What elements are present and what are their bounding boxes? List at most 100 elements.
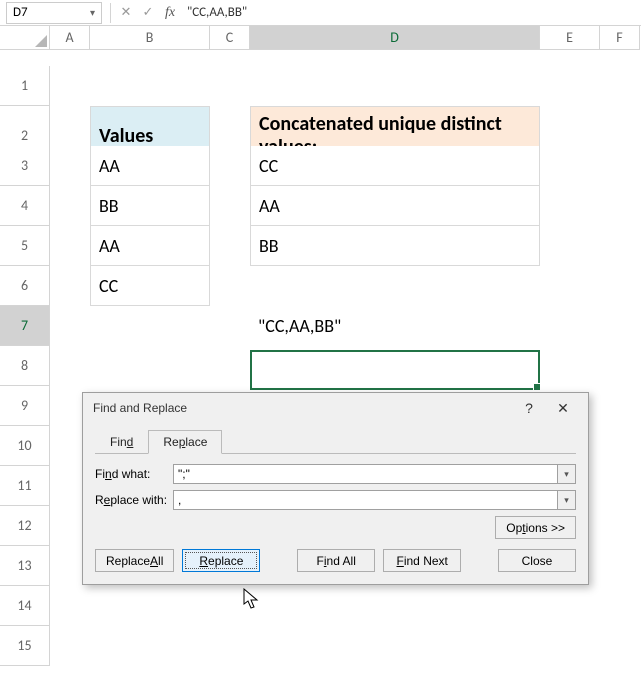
cell-f8[interactable] bbox=[600, 346, 640, 386]
cell-b5[interactable]: AA bbox=[90, 226, 210, 266]
col-header-c[interactable]: C bbox=[210, 26, 250, 50]
row-header-3[interactable]: 3 bbox=[0, 146, 50, 186]
cell-f7[interactable] bbox=[600, 306, 640, 346]
cell-f12[interactable] bbox=[600, 506, 640, 546]
col-header-d[interactable]: D bbox=[250, 26, 540, 50]
replace-with-input[interactable] bbox=[174, 491, 557, 509]
cell-c14[interactable] bbox=[210, 586, 250, 626]
tab-find[interactable]: Find bbox=[95, 430, 148, 454]
cell-f10[interactable] bbox=[600, 426, 640, 466]
row-header-6[interactable]: 6 bbox=[0, 266, 50, 306]
cell-f4[interactable] bbox=[600, 186, 640, 226]
cell-b6[interactable]: CC bbox=[90, 266, 210, 306]
cell-e14[interactable] bbox=[540, 586, 600, 626]
cell-a7[interactable] bbox=[50, 306, 90, 346]
row-header-11[interactable]: 11 bbox=[0, 466, 50, 506]
cell-c5[interactable] bbox=[210, 226, 250, 266]
cell-c7[interactable] bbox=[210, 306, 250, 346]
find-all-button[interactable]: Find All bbox=[297, 549, 375, 572]
cell-b4[interactable]: BB bbox=[90, 186, 210, 226]
row-header-1[interactable]: 1 bbox=[0, 66, 50, 106]
cell-d5[interactable]: BB bbox=[250, 226, 540, 266]
find-what-combo[interactable]: ▾ bbox=[173, 464, 576, 484]
row-header-15[interactable]: 15 bbox=[0, 626, 50, 666]
tab-replace[interactable]: Replace bbox=[148, 430, 222, 454]
cell-f15[interactable] bbox=[600, 626, 640, 666]
cell-e8[interactable] bbox=[540, 346, 600, 386]
cell-a3[interactable] bbox=[50, 146, 90, 186]
cell-f14[interactable] bbox=[600, 586, 640, 626]
cell-d6[interactable] bbox=[250, 266, 540, 306]
cell-e1[interactable] bbox=[540, 66, 600, 106]
row-header-12[interactable]: 12 bbox=[0, 506, 50, 546]
cell-c6[interactable] bbox=[210, 266, 250, 306]
cell-a5[interactable] bbox=[50, 226, 90, 266]
row-header-8[interactable]: 8 bbox=[0, 346, 50, 386]
cell-a4[interactable] bbox=[50, 186, 90, 226]
close-icon[interactable]: ✕ bbox=[546, 396, 580, 420]
fx-icon[interactable]: fx bbox=[159, 2, 181, 24]
accept-icon[interactable]: ✓ bbox=[137, 2, 159, 24]
chevron-down-icon[interactable]: ▾ bbox=[557, 491, 575, 509]
cell-d4[interactable]: AA bbox=[250, 186, 540, 226]
cell-c3[interactable] bbox=[210, 146, 250, 186]
options-button[interactable]: Options >> bbox=[495, 516, 576, 539]
row-header-4[interactable]: 4 bbox=[0, 186, 50, 226]
close-button[interactable]: Close bbox=[498, 549, 576, 572]
cell-c8[interactable] bbox=[210, 346, 250, 386]
cell-c4[interactable] bbox=[210, 186, 250, 226]
cell-e7[interactable] bbox=[540, 306, 600, 346]
cell-f1[interactable] bbox=[600, 66, 640, 106]
cell-f11[interactable] bbox=[600, 466, 640, 506]
cell-b1[interactable] bbox=[90, 66, 210, 106]
cell-d7[interactable]: "CC,AA,BB" bbox=[250, 306, 540, 346]
cell-f5[interactable] bbox=[600, 226, 640, 266]
cell-e6[interactable] bbox=[540, 266, 600, 306]
cell-e3[interactable] bbox=[540, 146, 600, 186]
cell-a8[interactable] bbox=[50, 346, 90, 386]
row-header-14[interactable]: 14 bbox=[0, 586, 50, 626]
cell-f3[interactable] bbox=[600, 146, 640, 186]
dialog-titlebar[interactable]: Find and Replace ? ✕ bbox=[83, 393, 588, 423]
chevron-down-icon[interactable]: ▾ bbox=[557, 465, 575, 483]
cell-b14[interactable] bbox=[90, 586, 210, 626]
cell-f9[interactable] bbox=[600, 386, 640, 426]
cell-d15[interactable] bbox=[250, 626, 540, 666]
cell-d8[interactable] bbox=[250, 346, 540, 386]
cell-a1[interactable] bbox=[50, 66, 90, 106]
help-icon[interactable]: ? bbox=[512, 396, 546, 420]
cell-c1[interactable] bbox=[210, 66, 250, 106]
row-header-9[interactable]: 9 bbox=[0, 386, 50, 426]
cell-e5[interactable] bbox=[540, 226, 600, 266]
select-all-corner[interactable] bbox=[0, 26, 50, 50]
cell-b15[interactable] bbox=[90, 626, 210, 666]
replace-button[interactable]: Replace bbox=[182, 549, 260, 572]
cell-f13[interactable] bbox=[600, 546, 640, 586]
col-header-b[interactable]: B bbox=[90, 26, 210, 50]
cell-d3[interactable]: CC bbox=[250, 146, 540, 186]
row-header-10[interactable]: 10 bbox=[0, 426, 50, 466]
find-next-button[interactable]: Find Next bbox=[383, 549, 461, 572]
cell-a6[interactable] bbox=[50, 266, 90, 306]
cell-a14[interactable] bbox=[50, 586, 90, 626]
cell-d14[interactable] bbox=[250, 586, 540, 626]
replace-all-button[interactable]: Replace All bbox=[95, 549, 174, 572]
row-header-7[interactable]: 7 bbox=[0, 306, 50, 346]
name-box[interactable]: D7 ▾ bbox=[6, 2, 102, 24]
cell-e15[interactable] bbox=[540, 626, 600, 666]
cell-e4[interactable] bbox=[540, 186, 600, 226]
formula-input[interactable]: "CC,AA,BB" bbox=[181, 2, 641, 24]
row-header-5[interactable]: 5 bbox=[0, 226, 50, 266]
col-header-e[interactable]: E bbox=[540, 26, 600, 50]
cell-b8[interactable] bbox=[90, 346, 210, 386]
cell-d1[interactable] bbox=[250, 66, 540, 106]
row-header-13[interactable]: 13 bbox=[0, 546, 50, 586]
cell-c15[interactable] bbox=[210, 626, 250, 666]
cell-a15[interactable] bbox=[50, 626, 90, 666]
cell-b3[interactable]: AA bbox=[90, 146, 210, 186]
cell-b7[interactable] bbox=[90, 306, 210, 346]
replace-with-combo[interactable]: ▾ bbox=[173, 490, 576, 510]
cell-f6[interactable] bbox=[600, 266, 640, 306]
col-header-a[interactable]: A bbox=[50, 26, 90, 50]
chevron-down-icon[interactable]: ▾ bbox=[90, 6, 95, 19]
